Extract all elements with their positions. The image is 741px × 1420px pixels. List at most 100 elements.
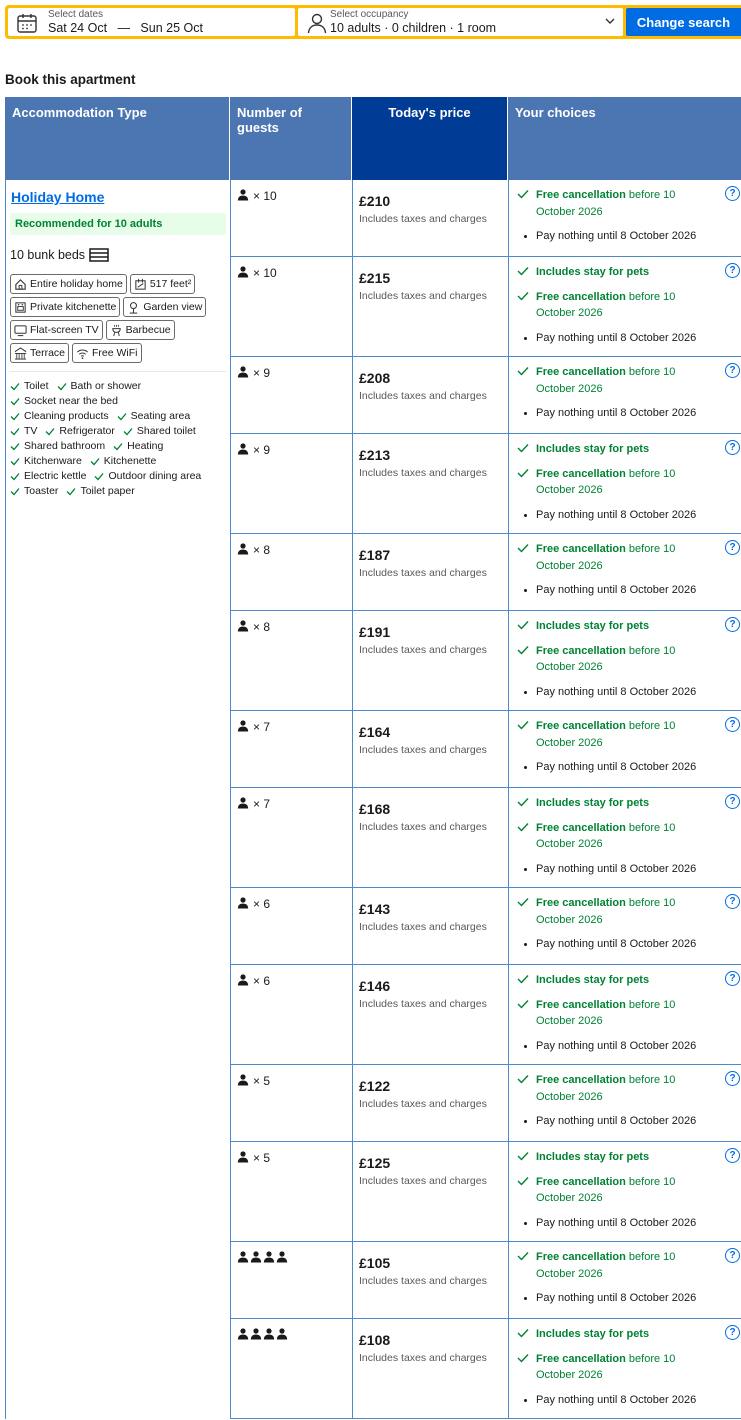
pay-later: Pay nothing until 8 October 2026 xyxy=(515,861,733,877)
facility-tag-label: Terrace xyxy=(30,347,66,359)
help-icon[interactable]: ? xyxy=(725,717,740,732)
free-cancellation-label: Free cancellation xyxy=(536,366,626,378)
check-icon xyxy=(517,621,529,630)
check-icon xyxy=(10,382,20,390)
table-row: £108 Includes taxes and charges Includes s… xyxy=(231,1319,741,1419)
price-cell: £191 Includes taxes and charges xyxy=(353,611,509,710)
person-icon xyxy=(237,720,249,732)
facility-tag: Private kitchenette xyxy=(10,297,121,317)
amenity-item: Socket near the bed xyxy=(10,395,122,407)
free-cancellation: Free cancellation before 10 October 2026 xyxy=(515,187,715,220)
amenity-label: Outdoor dining area xyxy=(108,470,202,482)
help-icon[interactable]: ? xyxy=(725,894,740,909)
pay-later: Pay nothing until 8 October 2026 xyxy=(515,1290,733,1306)
check-icon xyxy=(517,1252,529,1261)
pets-label: Includes stay for pets xyxy=(536,1328,650,1340)
help-icon[interactable]: ? xyxy=(725,617,740,632)
amenity-label: Bath or shower xyxy=(70,380,142,392)
pay-later: Pay nothing until 8 October 2026 xyxy=(515,1038,733,1054)
help-icon[interactable]: ? xyxy=(725,1248,740,1263)
person-icon xyxy=(237,189,249,201)
check-icon xyxy=(10,397,20,405)
check-icon xyxy=(517,999,529,1009)
table-row: × 5 £125 Includes taxes and charges Include… xyxy=(231,1142,741,1242)
table-body: Holiday Home Recommended for 10 adults 1… xyxy=(5,180,741,1419)
facility-tag-label: Flat-screen TV xyxy=(30,324,99,336)
kitchen-icon xyxy=(15,301,26,313)
guest-count-cell xyxy=(231,1242,353,1318)
guest-count-cell: × 6 xyxy=(231,965,353,1064)
amenity-item: Seating area xyxy=(117,410,195,422)
amenity-item: Kitchenware xyxy=(10,455,86,467)
table-header: Accommodation Type Number of guests Toda… xyxy=(5,97,741,180)
pets-label: Includes stay for pets xyxy=(536,266,650,278)
choices-cell: Free cancellation before 10 October 2026… xyxy=(509,1065,741,1141)
help-icon[interactable]: ? xyxy=(725,1071,740,1086)
free-cancellation-label: Free cancellation xyxy=(536,1352,626,1365)
pay-later: Pay nothing until 8 October 2026 xyxy=(515,684,733,700)
check-icon xyxy=(10,412,20,420)
help-icon[interactable]: ? xyxy=(725,794,740,809)
taxes-note: Includes taxes and charges xyxy=(359,821,487,833)
facility-tag: Entire holiday home xyxy=(10,274,127,294)
guest-count: × 10 xyxy=(253,266,277,280)
barbecue-icon xyxy=(111,324,121,336)
facility-tag-label: 517 feet² xyxy=(149,278,192,290)
date-picker[interactable]: Select dates Sat 24 Oct — Sun 25 Oct xyxy=(8,8,295,36)
price-cell: £146 Includes taxes and charges xyxy=(353,965,509,1064)
help-icon[interactable]: ? xyxy=(725,971,740,986)
free-cancellation: Free cancellation before 10 October 2026 xyxy=(515,364,715,397)
amenity-item: Toaster xyxy=(10,485,62,497)
price: £187 xyxy=(359,547,391,563)
table-row: × 9 £213 Includes taxes and charges Include… xyxy=(231,434,741,534)
amenity-label: Kitchenware xyxy=(24,455,82,467)
taxes-note: Includes taxes and charges xyxy=(359,290,487,302)
dates-label: Select dates xyxy=(48,9,104,20)
amenity-label: Toaster xyxy=(24,485,59,497)
check-icon xyxy=(517,898,529,907)
free-cancellation: Free cancellation before 10 October 2026 xyxy=(515,541,715,574)
free-cancellation: Free cancellation before 10 October 2026 xyxy=(515,1072,715,1105)
help-icon[interactable]: ? xyxy=(725,186,740,201)
person-icon xyxy=(237,366,249,378)
amenity-item: Toilet paper xyxy=(66,485,138,497)
accommodation-name-link[interactable]: Holiday Home xyxy=(10,189,226,205)
room-table: Accommodation Type Number of guests Toda… xyxy=(5,97,741,1419)
floor-size-icon xyxy=(135,278,146,290)
check-icon xyxy=(10,472,20,480)
check-icon xyxy=(66,487,76,495)
help-icon[interactable]: ? xyxy=(725,1148,740,1163)
help-icon[interactable]: ? xyxy=(725,540,740,555)
pay-later: Pay nothing until 8 October 2026 xyxy=(515,759,733,775)
check-icon xyxy=(10,442,20,450)
price-cell: £105 Includes taxes and charges xyxy=(353,1242,509,1318)
price: £143 xyxy=(359,901,391,917)
free-cancellation-label: Free cancellation xyxy=(536,821,626,834)
pets-label: Includes stay for pets xyxy=(536,797,650,809)
help-icon[interactable]: ? xyxy=(725,363,740,378)
pay-later: Pay nothing until 8 October 2026 xyxy=(515,1113,733,1129)
help-icon[interactable]: ? xyxy=(725,1325,740,1340)
change-search-button[interactable]: Change search xyxy=(626,8,741,36)
guest-count: × 9 xyxy=(253,366,271,380)
pets-label: Includes stay for pets xyxy=(536,1151,650,1163)
free-cancellation: Free cancellation before 10 October 2026 xyxy=(515,895,715,928)
help-icon[interactable]: ? xyxy=(725,263,740,278)
pay-later: Pay nothing until 8 October 2026 xyxy=(515,1215,733,1231)
amenity-label: Refrigerator xyxy=(59,425,115,437)
pay-later: Pay nothing until 8 October 2026 xyxy=(515,330,733,346)
house-icon xyxy=(15,278,26,290)
occupancy-picker[interactable]: Select occupancy 10 adults · 0 children … xyxy=(298,8,623,36)
person-icon xyxy=(263,1328,275,1340)
price: £122 xyxy=(359,1078,391,1094)
check-icon xyxy=(517,544,529,553)
person-icon xyxy=(237,443,249,455)
chevron-down-icon xyxy=(605,18,615,24)
price-cell: £122 Includes taxes and charges xyxy=(353,1065,509,1141)
help-icon[interactable]: ? xyxy=(725,440,740,455)
amenity-label: Electric kettle xyxy=(24,470,87,482)
amenity-item: TV xyxy=(10,425,41,437)
check-icon xyxy=(517,645,529,655)
amenity-item: Cleaning products xyxy=(10,410,113,422)
facility-tag-label: Private kitchenette xyxy=(30,301,117,313)
